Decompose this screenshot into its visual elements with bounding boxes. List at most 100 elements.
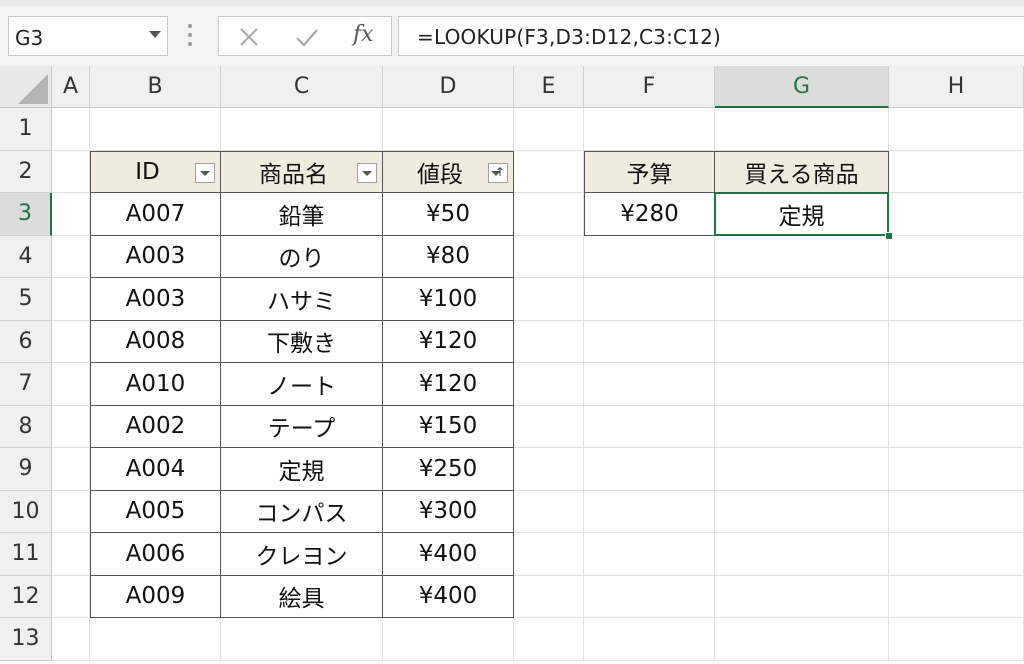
grid-cell[interactable] (584, 320, 715, 363)
fill-handle[interactable] (885, 231, 893, 240)
chevron-down-icon[interactable] (149, 31, 161, 38)
grid-cell[interactable] (584, 618, 715, 661)
result-header-cell[interactable]: 予算 (584, 150, 715, 193)
grid-cell[interactable] (889, 193, 1024, 236)
grid-cell[interactable] (52, 278, 90, 321)
grid-cell[interactable] (514, 193, 584, 236)
row-header-3[interactable]: 3 (0, 193, 52, 236)
grid-cell[interactable] (52, 405, 90, 448)
grid-cell[interactable] (715, 575, 889, 618)
table-cell[interactable]: ¥80 (383, 235, 514, 278)
grid-cell[interactable] (514, 448, 584, 491)
table-cell[interactable]: A005 (90, 490, 221, 533)
table-cell[interactable]: A003 (90, 278, 221, 321)
grid-cell[interactable] (889, 575, 1024, 618)
row-header-1[interactable]: 1 (0, 108, 52, 151)
grid-cell[interactable] (52, 193, 90, 236)
grid-cell[interactable] (715, 618, 889, 661)
enter-button[interactable] (291, 21, 323, 53)
table-cell[interactable]: ¥120 (383, 363, 514, 406)
table-cell[interactable]: クレヨン (221, 533, 383, 576)
name-box[interactable]: G3 (8, 16, 168, 56)
row-header-9[interactable]: 9 (0, 448, 52, 491)
grid-cell[interactable] (514, 320, 584, 363)
grid-cell[interactable] (221, 618, 383, 661)
row-header-6[interactable]: 6 (0, 320, 52, 363)
grid-cell[interactable] (52, 575, 90, 618)
column-header-c[interactable]: C (221, 66, 383, 108)
table-cell[interactable]: 絵具 (221, 575, 383, 618)
grid-cell[interactable] (383, 108, 514, 151)
grid-cell[interactable] (90, 108, 221, 151)
column-header-a[interactable]: A (52, 66, 90, 108)
table-cell[interactable]: A008 (90, 320, 221, 363)
grid-cell[interactable] (889, 108, 1024, 151)
filter-dropdown-button[interactable] (357, 162, 377, 183)
table-cell[interactable]: ¥100 (383, 278, 514, 321)
grid-cell[interactable] (52, 533, 90, 576)
row-header-13[interactable]: 13 (0, 618, 52, 661)
table-cell[interactable]: ¥400 (383, 575, 514, 618)
grid-cell[interactable] (514, 575, 584, 618)
table-cell[interactable]: ¥150 (383, 405, 514, 448)
column-header-e[interactable]: E (514, 66, 584, 108)
filter-dropdown-button[interactable] (195, 162, 215, 183)
row-header-7[interactable]: 7 (0, 363, 52, 406)
cancel-button[interactable] (233, 21, 265, 53)
grid-cell[interactable] (715, 490, 889, 533)
active-cell[interactable]: 定規 (715, 193, 889, 236)
grid-cell[interactable] (52, 320, 90, 363)
grid-cell[interactable] (889, 320, 1024, 363)
budget-cell[interactable]: ¥280 (584, 193, 715, 236)
grid-cell[interactable] (584, 108, 715, 151)
grid-cell[interactable] (52, 235, 90, 278)
grid-cell[interactable] (889, 363, 1024, 406)
table-cell[interactable]: ハサミ (221, 278, 383, 321)
grid-cell[interactable] (584, 490, 715, 533)
grid-cell[interactable] (889, 448, 1024, 491)
table-cell[interactable]: 鉛筆 (221, 193, 383, 236)
grid-cell[interactable] (584, 448, 715, 491)
grid-cell[interactable] (584, 575, 715, 618)
sort-filter-button[interactable]: ↑ (488, 162, 508, 183)
grid-cell[interactable] (52, 108, 90, 151)
table-cell[interactable]: のり (221, 235, 383, 278)
table-cell[interactable]: コンパス (221, 490, 383, 533)
row-header-12[interactable]: 12 (0, 575, 52, 618)
formula-input[interactable]: =LOOKUP(F3,D3:D12,C3:C12) (398, 16, 1024, 56)
grid-cell[interactable] (715, 448, 889, 491)
grid-cell[interactable] (383, 618, 514, 661)
row-header-5[interactable]: 5 (0, 278, 52, 321)
grid-cell[interactable] (584, 405, 715, 448)
grid-cell[interactable] (514, 235, 584, 278)
column-header-f[interactable]: F (584, 66, 715, 108)
table-cell[interactable]: ¥400 (383, 533, 514, 576)
grid-cell[interactable] (514, 278, 584, 321)
grid-cell[interactable] (514, 108, 584, 151)
grid-cell[interactable] (889, 405, 1024, 448)
grid-cell[interactable] (90, 618, 221, 661)
table-cell[interactable]: 下敷き (221, 320, 383, 363)
result-header-cell[interactable]: 買える商品 (715, 150, 889, 193)
grid-cell[interactable] (514, 405, 584, 448)
grid-cell[interactable] (715, 405, 889, 448)
grid-cell[interactable] (715, 363, 889, 406)
grid-cell[interactable] (584, 278, 715, 321)
table-cell[interactable]: A009 (90, 575, 221, 618)
grid-cell[interactable] (889, 618, 1024, 661)
grid-cell[interactable] (52, 150, 90, 193)
grid-cell[interactable] (889, 278, 1024, 321)
table-cell[interactable]: A003 (90, 235, 221, 278)
table-cell[interactable]: A007 (90, 193, 221, 236)
grid-cell[interactable] (584, 235, 715, 278)
table-cell[interactable]: ¥50 (383, 193, 514, 236)
grid-cell[interactable] (514, 533, 584, 576)
grid-cell[interactable] (715, 533, 889, 576)
table-cell[interactable]: A010 (90, 363, 221, 406)
table-cell[interactable]: ¥250 (383, 448, 514, 491)
grid-cell[interactable] (52, 618, 90, 661)
row-header-11[interactable]: 11 (0, 533, 52, 576)
drag-handle-icon[interactable] (188, 24, 192, 46)
grid-cell[interactable] (514, 363, 584, 406)
column-header-b[interactable]: B (90, 66, 221, 108)
